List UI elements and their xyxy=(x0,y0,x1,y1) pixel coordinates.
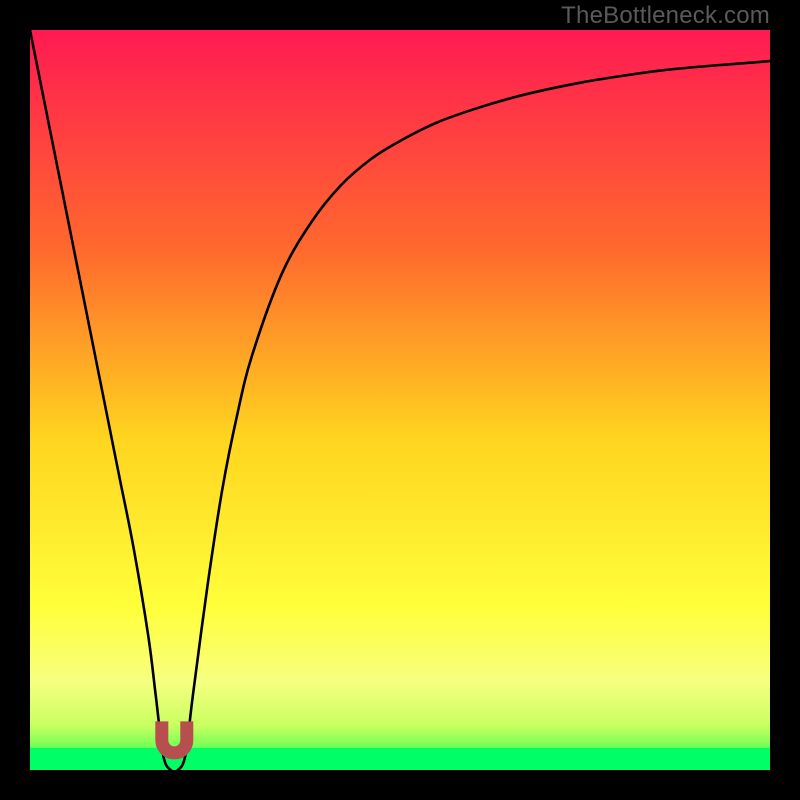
chart-frame: TheBottleneck.com xyxy=(0,0,800,800)
plot-area xyxy=(30,30,770,770)
chart-svg xyxy=(30,30,770,770)
green-band xyxy=(30,748,770,770)
watermark-text: TheBottleneck.com xyxy=(561,2,770,30)
